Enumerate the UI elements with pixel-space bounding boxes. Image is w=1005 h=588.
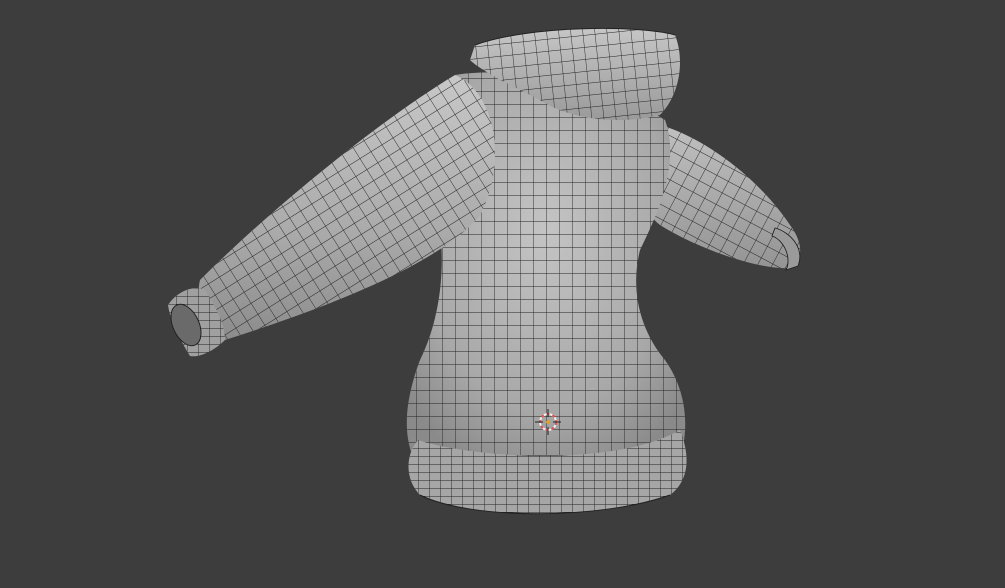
hoodie-scene[interactable] [0,0,1005,588]
3d-viewport[interactable] [0,0,1005,588]
